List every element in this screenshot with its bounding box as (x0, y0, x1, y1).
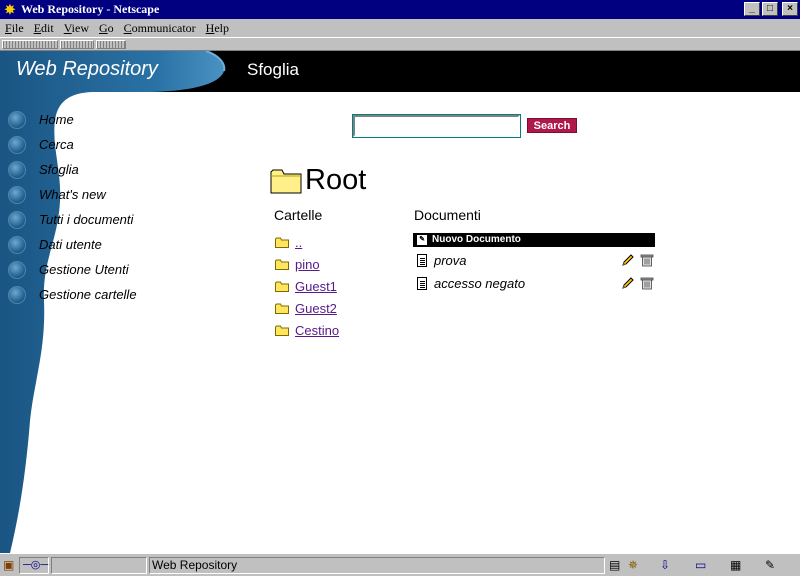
folder-link[interactable]: pino (295, 257, 320, 272)
window-title: Web Repository - Netscape (21, 2, 160, 16)
menu-help[interactable]: Help (201, 21, 234, 36)
nav-label: Gestione cartelle (39, 287, 137, 302)
nav-label: Cerca (39, 137, 74, 152)
location-toolbar-tab[interactable] (60, 40, 94, 49)
discussion-icon[interactable]: ▭ (695, 558, 706, 572)
nav-bullet-icon (8, 111, 26, 129)
menu-bar: File Edit View Go Communicator Help (0, 19, 800, 37)
document-name[interactable]: accesso negato (434, 276, 525, 291)
new-document-label: Nuovo Documento (432, 234, 521, 245)
close-button[interactable]: × (782, 2, 798, 16)
folder-link[interactable]: .. (295, 235, 302, 250)
netscape-icon: ✵ (4, 1, 16, 17)
nav-bullet-icon (8, 161, 26, 179)
window-title-bar: ✵ Web Repository - Netscape _ □ × (0, 0, 800, 19)
new-document-link[interactable]: ✎ Nuovo Documento (413, 233, 655, 247)
nav-label: Gestione Utenti (39, 262, 129, 277)
document-row-accesso-negato: accesso negato (413, 275, 655, 295)
nav-item-whats-new[interactable]: What's new (0, 184, 200, 206)
folder-item-guest2[interactable]: Guest2 (275, 300, 395, 318)
folder-link[interactable]: Guest1 (295, 279, 337, 294)
conference-icon[interactable]: ✎ (765, 558, 775, 572)
folder-icon (275, 259, 289, 270)
menu-communicator[interactable]: Communicator (119, 21, 201, 36)
page-section-title: Sfoglia (247, 60, 299, 79)
folder-item-guest1[interactable]: Guest1 (275, 278, 395, 296)
page-viewport: Web Repository Sfoglia Home Cerca Sfogli… (0, 51, 800, 553)
nav-item-home[interactable]: Home (0, 109, 200, 131)
nav-label: Tutti i documenti (39, 212, 134, 227)
folder-link[interactable]: Cestino (295, 323, 339, 338)
pencil-icon[interactable] (621, 253, 635, 267)
nav-label: What's new (39, 187, 106, 202)
composer-icon[interactable]: ▦ (730, 558, 741, 572)
menu-file[interactable]: File (0, 21, 29, 36)
personal-toolbar-tab[interactable] (96, 40, 126, 49)
nav-item-tutti-documenti[interactable]: Tutti i documenti (0, 209, 200, 231)
nav-bullet-icon (8, 261, 26, 279)
nav-bullet-icon (8, 211, 26, 229)
navigation-toolbar-tab[interactable] (2, 40, 58, 49)
nav-bullet-icon (8, 286, 26, 304)
site-brand: Web Repository (16, 58, 158, 80)
root-title: Root (305, 164, 367, 196)
menu-view[interactable]: View (59, 21, 94, 36)
component-bar-icon[interactable]: ▤ (609, 558, 620, 572)
collapsed-toolbars (0, 37, 800, 51)
trash-icon[interactable] (640, 276, 654, 290)
nav-bullet-icon (8, 136, 26, 154)
navigator-icon[interactable]: ✵ (628, 558, 638, 572)
new-document-icon: ✎ (417, 235, 427, 245)
folders-heading: Cartelle (274, 207, 323, 223)
nav-bullet-icon (8, 186, 26, 204)
mail-icon[interactable]: ⇩ (660, 558, 670, 572)
nav-label: Home (39, 112, 74, 127)
menu-go[interactable]: Go (94, 21, 119, 36)
folder-item-parent[interactable]: .. (275, 234, 395, 252)
nav-item-gestione-cartelle[interactable]: Gestione cartelle (0, 284, 200, 306)
document-icon (417, 277, 427, 290)
maximize-button[interactable]: □ (762, 2, 778, 16)
folder-icon (275, 303, 289, 314)
nav-item-sfoglia[interactable]: Sfoglia (0, 159, 200, 181)
search-input[interactable] (352, 114, 521, 138)
connection-indicator: ─◎─ (19, 557, 49, 574)
nav-label: Dati utente (39, 237, 102, 252)
status-text: Web Repository (152, 558, 238, 572)
folder-icon (270, 169, 302, 194)
menu-edit[interactable]: Edit (29, 21, 59, 36)
search-button[interactable]: Search (527, 118, 577, 133)
nav-label: Sfoglia (39, 162, 79, 177)
folder-link[interactable]: Guest2 (295, 301, 337, 316)
nav-bullet-icon (8, 236, 26, 254)
trash-icon[interactable] (640, 253, 654, 267)
progress-cell (51, 557, 147, 574)
documents-heading: Documenti (414, 207, 481, 223)
status-bar: ▣ ─◎─ Web Repository ▤ ✵ ⇩ ▭ ▦ ✎ (0, 553, 800, 576)
nav-item-dati-utente[interactable]: Dati utente (0, 234, 200, 256)
folder-icon (275, 237, 289, 248)
folder-item-pino[interactable]: pino (275, 256, 395, 274)
nav-item-gestione-utenti[interactable]: Gestione Utenti (0, 259, 200, 281)
security-lock-icon[interactable]: ▣ (3, 558, 14, 572)
document-icon (417, 254, 427, 267)
window-controls: _ □ × (744, 2, 798, 16)
document-row-prova: prova (413, 252, 655, 272)
pencil-icon[interactable] (621, 276, 635, 290)
document-name[interactable]: prova (434, 253, 467, 268)
folder-item-cestino[interactable]: Cestino (275, 322, 395, 340)
folder-icon (275, 325, 289, 336)
minimize-button[interactable]: _ (744, 2, 760, 16)
folder-icon (275, 281, 289, 292)
online-icon: ─◎─ (23, 559, 49, 571)
nav-item-cerca[interactable]: Cerca (0, 134, 200, 156)
